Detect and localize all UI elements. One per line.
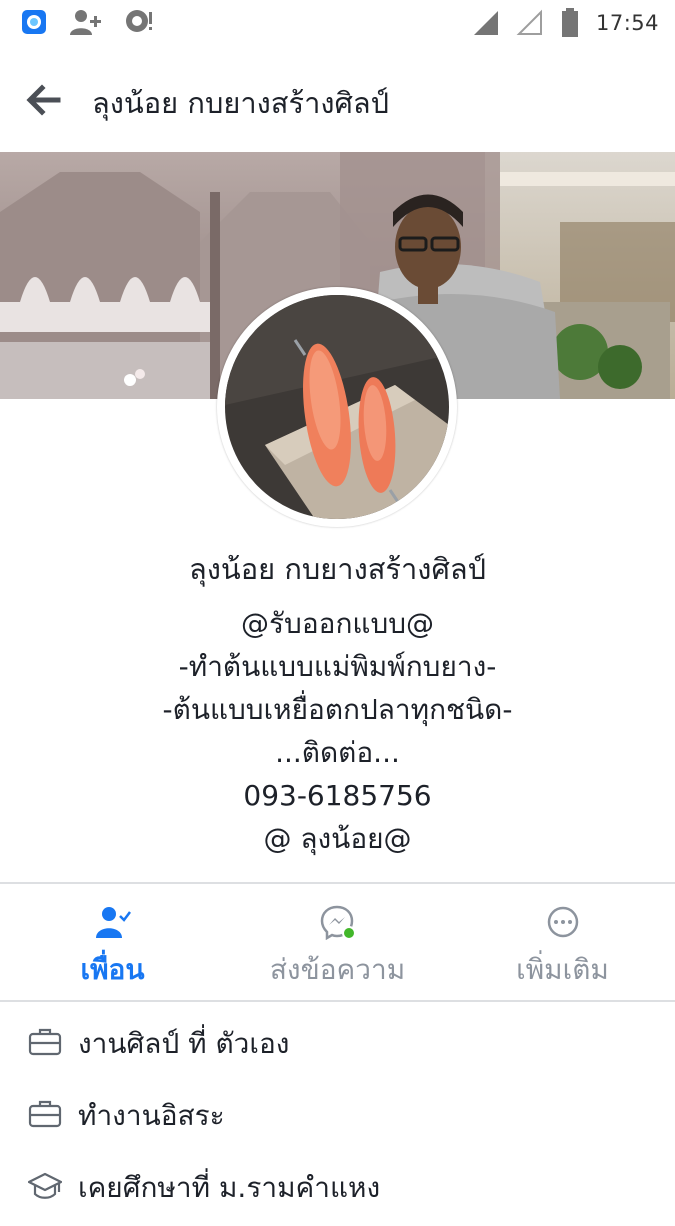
friends-button[interactable]: เพื่อน (0, 884, 225, 1000)
briefcase-icon (28, 1100, 62, 1128)
profile-bio: @รับออกแบบ@ -ทำต้นแบบแม่พิมพ์กบยาง- -ต้น… (0, 602, 675, 860)
info-text: งานศิลป์ ที่ ตัวเอง (78, 1027, 290, 1060)
divider (0, 1000, 675, 1002)
info-text: ทำงานอิสระ (78, 1099, 225, 1132)
bio-line: -ต้นแบบเหยื่อตกปลาทุกชนิด- (162, 693, 513, 726)
battery-icon (561, 8, 578, 37)
status-bar-notifications (20, 8, 154, 36)
info-row-freelance[interactable]: ทำงานอิสระ (0, 1084, 675, 1154)
messenger-icon (320, 905, 356, 940)
profile-actions: เพื่อน ส่งข้อความ เพิ่มเติม (0, 884, 675, 1000)
profile-picture-frame (217, 287, 457, 527)
bio-line: @รับออกแบบ@ (241, 607, 434, 640)
profile-name: ลุงน้อย กบยางสร้างศิลป์ (188, 552, 487, 586)
messenger-bubble-icon (126, 10, 152, 32)
send-message-button-label: ส่งข้อความ (269, 953, 406, 986)
bio-line-phone: 093-6185756 (243, 779, 432, 812)
arrow-left-icon (26, 84, 61, 116)
more-button[interactable]: เพิ่มเติม (450, 884, 675, 1000)
app-notification-icon (22, 10, 46, 34)
app-bar: ลุงน้อย กบยางสร้างศิลป์ (0, 44, 675, 150)
back-button[interactable] (22, 78, 66, 122)
friends-button-label: เพื่อน (80, 953, 145, 986)
bio-line: @ ลุงน้อย@ (263, 822, 412, 855)
briefcase-icon (28, 1028, 62, 1056)
status-time: 17:54 (595, 11, 659, 35)
signal-empty-icon (516, 9, 542, 35)
page-title: ลุงน้อย กบยางสร้างศิลป์ (92, 86, 390, 120)
profile-picture-image (225, 295, 449, 519)
signal-full-icon (473, 11, 498, 35)
friends-check-icon (95, 907, 131, 938)
info-row-work-art[interactable]: งานศิลป์ ที่ ตัวเอง (0, 1012, 675, 1082)
status-bar-system: 17:54 (472, 8, 659, 38)
send-message-button[interactable]: ส่งข้อความ (225, 884, 450, 1000)
graduation-cap-icon (28, 1172, 62, 1199)
friend-request-icon (70, 10, 101, 35)
info-text: เคยศึกษาที่ ม.รามคำแหง (78, 1171, 381, 1204)
more-button-label: เพิ่มเติม (516, 953, 609, 986)
profile-picture[interactable] (225, 295, 449, 519)
bio-line: -ทำต้นแบบแม่พิมพ์กบยาง- (178, 650, 497, 683)
bio-line: ...ติดต่อ... (275, 736, 400, 769)
info-row-education[interactable]: เคยศึกษาที่ ม.รามคำแหง (0, 1156, 675, 1226)
more-icon (547, 906, 578, 938)
status-bar: 17:54 (0, 0, 675, 44)
